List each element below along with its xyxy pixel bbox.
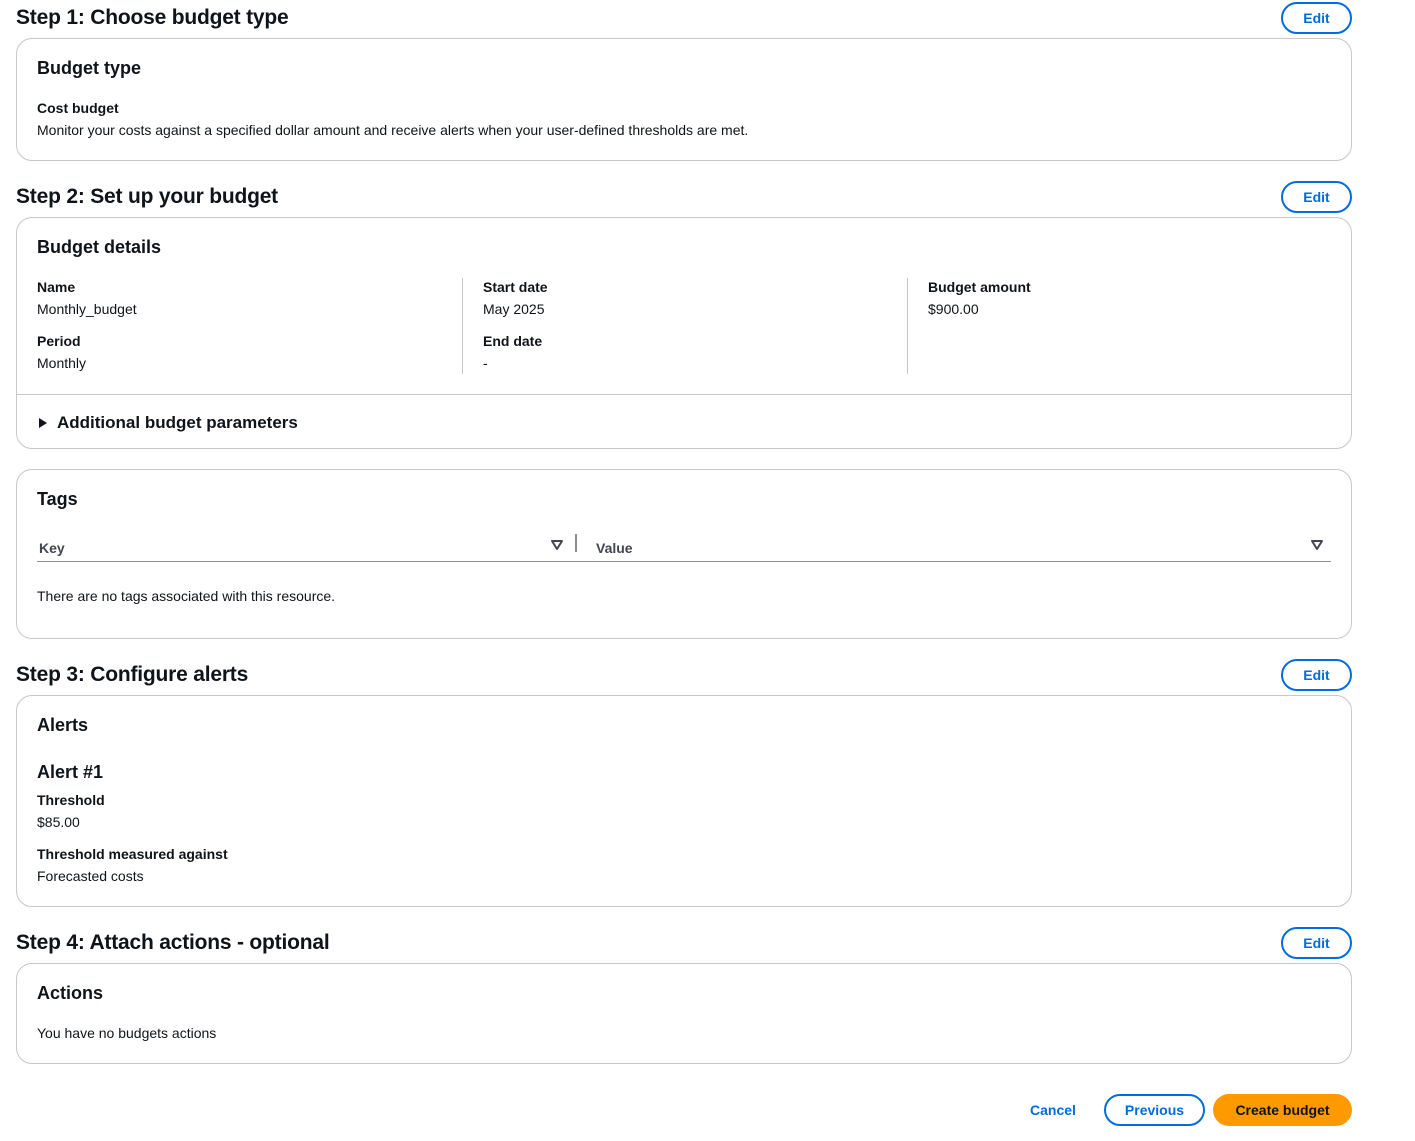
alert-title: Alert #1 <box>37 762 104 782</box>
step4-edit-button[interactable]: Edit <box>1281 927 1352 959</box>
cancel-button[interactable]: Cancel <box>1020 1094 1086 1126</box>
alerts-card-title: Alerts <box>37 715 89 735</box>
measured-against-value: Forecasted costs <box>37 868 144 884</box>
step1-title: Step 1: Choose budget type <box>16 6 289 29</box>
start-date-label: Start date <box>483 279 548 295</box>
period-label: Period <box>37 333 81 349</box>
column-divider <box>462 278 463 374</box>
budget-amount-value: $900.00 <box>928 301 979 317</box>
budget-amount-label: Budget amount <box>928 279 1031 295</box>
step4-title: Step 4: Attach actions - optional <box>16 931 330 954</box>
end-date-value: - <box>483 355 488 371</box>
actions-card-title: Actions <box>37 983 104 1003</box>
name-value: Monthly_budget <box>37 301 137 317</box>
step2-title: Step 2: Set up your budget <box>16 185 278 208</box>
additional-params-expander[interactable]: Additional budget parameters <box>39 413 298 433</box>
budget-type-card-title: Budget type <box>37 58 142 78</box>
column-divider <box>907 278 908 374</box>
step1-header: Step 1: Choose budget type Edit <box>16 2 1352 34</box>
table-header-underline <box>37 561 1331 562</box>
actions-card: Actions You have no budgets actions <box>16 963 1352 1064</box>
threshold-value: $85.00 <box>37 814 80 830</box>
name-label: Name <box>37 279 76 295</box>
create-budget-button[interactable]: Create budget <box>1213 1094 1352 1126</box>
table-header-key[interactable]: Key <box>39 534 65 562</box>
actions-empty-message: You have no budgets actions <box>37 1025 217 1041</box>
step2-header: Step 2: Set up your budget Edit <box>16 181 1352 213</box>
tags-card: Tags Key Value There are no tags associa… <box>16 469 1352 639</box>
tags-card-title: Tags <box>37 489 78 509</box>
additional-params-section: Additional budget parameters <box>17 395 1351 449</box>
budget-details-card: Budget details Name Monthly_budget Perio… <box>16 217 1352 449</box>
step3-title: Step 3: Configure alerts <box>16 663 249 686</box>
start-date-value: May 2025 <box>483 301 545 317</box>
alerts-card: Alerts Alert #1 Threshold $85.00 Thresho… <box>16 695 1352 907</box>
additional-params-label: Additional budget parameters <box>57 413 298 432</box>
threshold-label: Threshold <box>37 792 105 808</box>
table-header-value[interactable]: Value <box>596 534 633 562</box>
step2-edit-button[interactable]: Edit <box>1281 181 1352 213</box>
column-separator[interactable] <box>575 534 577 552</box>
budget-type-card: Budget type Cost budget Monitor your cos… <box>16 38 1352 161</box>
sort-down-icon[interactable] <box>550 538 564 552</box>
caret-right-icon <box>39 418 47 428</box>
tags-empty-message: There are no tags associated with this r… <box>37 588 336 604</box>
previous-button[interactable]: Previous <box>1104 1094 1205 1126</box>
step4-header: Step 4: Attach actions - optional Edit <box>16 927 1352 959</box>
step3-edit-button[interactable]: Edit <box>1281 659 1352 691</box>
budget-details-card-title: Budget details <box>37 237 162 257</box>
column-header-label: Value <box>596 540 633 556</box>
step1-edit-button[interactable]: Edit <box>1281 2 1352 34</box>
step3-header: Step 3: Configure alerts Edit <box>16 659 1352 691</box>
column-header-label: Key <box>39 540 65 556</box>
period-value: Monthly <box>37 355 87 371</box>
budget-type-description: Monitor your costs against a specified d… <box>37 122 749 138</box>
sort-down-icon[interactable] <box>1310 538 1324 552</box>
measured-against-label: Threshold measured against <box>37 846 228 862</box>
end-date-label: End date <box>483 333 543 349</box>
budget-type-label: Cost budget <box>37 100 119 116</box>
